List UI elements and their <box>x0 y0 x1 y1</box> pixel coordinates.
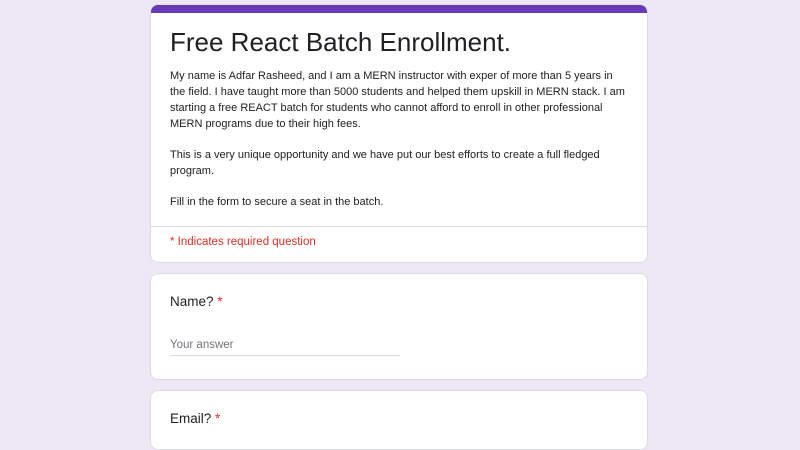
question-text: Name? <box>170 294 214 309</box>
question-card-email: Email? * <box>150 390 648 450</box>
required-note: * Indicates required question <box>170 236 316 248</box>
required-asterisk: * <box>215 411 221 426</box>
form-header-card: Free React Batch Enrollment. My name is … <box>150 4 648 263</box>
form-description: My name is Adfar Rasheed, and I am a MER… <box>170 68 630 225</box>
accent-bar <box>151 5 647 13</box>
header-divider <box>151 226 647 227</box>
description-paragraph: My name is Adfar Rasheed, and I am a MER… <box>170 70 625 130</box>
name-answer-input[interactable] <box>170 335 400 356</box>
form-title: Free React Batch Enrollment. <box>170 27 512 57</box>
description-paragraph: This is a very unique opportunity and we… <box>170 149 600 177</box>
required-asterisk: * <box>217 294 223 309</box>
question-card-name: Name? * <box>150 273 648 380</box>
question-label-name: Name? * <box>170 294 223 309</box>
question-text: Email? <box>170 411 212 426</box>
description-paragraph: Fill in the form to secure a seat in the… <box>170 196 384 208</box>
question-label-email: Email? * <box>170 411 220 426</box>
